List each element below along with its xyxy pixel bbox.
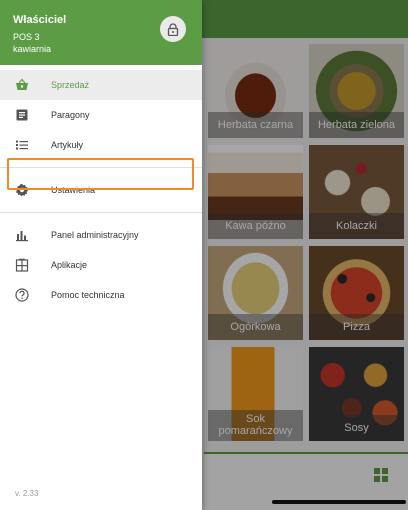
- drawer-menu: Sprzedaż Paragony Artykuły Ustawienia Pa…: [0, 70, 202, 310]
- lock-button[interactable]: [160, 16, 186, 42]
- apps-icon: [15, 258, 29, 272]
- drawer-header: Właściciel POS 3 kawiarnia: [0, 0, 202, 65]
- menu-item-receipts[interactable]: Paragony: [0, 100, 202, 130]
- menu-item-label: Sprzedaż: [51, 80, 90, 90]
- menu-item-tech-support[interactable]: Pomoc techniczna: [0, 280, 202, 310]
- menu-item-label: Paragony: [51, 110, 90, 120]
- place-name: kawiarnia: [13, 44, 52, 54]
- menu-item-articles[interactable]: Artykuły: [0, 130, 202, 160]
- menu-item-label: Aplikacje: [51, 260, 88, 270]
- navigation-drawer: Właściciel POS 3 kawiarnia Sprzedaż Para…: [0, 0, 202, 510]
- menu-item-sales[interactable]: Sprzedaż: [0, 70, 202, 100]
- list-icon: [16, 140, 28, 150]
- bar-chart-icon: [16, 231, 28, 242]
- menu-item-admin-panel[interactable]: Panel administracyjny: [0, 220, 202, 250]
- menu-item-label: Artykuły: [51, 140, 84, 150]
- help-icon: [15, 288, 29, 302]
- menu-item-apps[interactable]: Aplikacje: [0, 250, 202, 280]
- app-version: v. 2.33: [15, 489, 39, 498]
- menu-item-label: Pomoc techniczna: [51, 290, 125, 300]
- menu-item-label: Panel administracyjny: [51, 230, 139, 240]
- basket-icon: [16, 78, 28, 90]
- settings-highlight-outline: [7, 158, 194, 190]
- menu-divider: [0, 212, 202, 213]
- receipt-icon: [16, 109, 28, 121]
- lock-icon: [167, 22, 179, 36]
